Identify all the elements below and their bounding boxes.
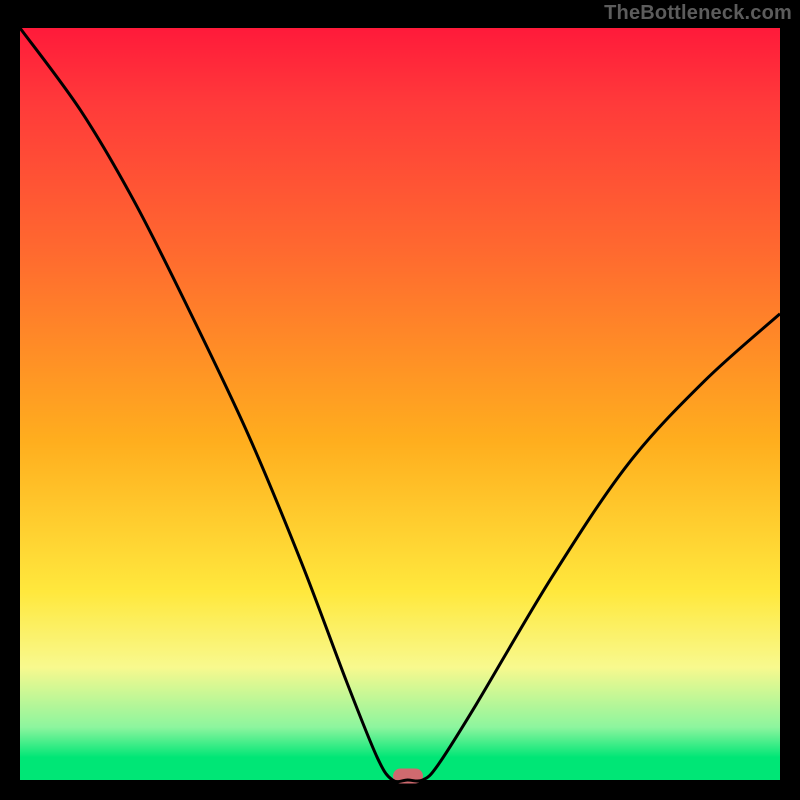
curve-path xyxy=(20,28,780,782)
chart-frame: TheBottleneck.com xyxy=(0,0,800,800)
attribution-text: TheBottleneck.com xyxy=(604,2,792,25)
bottleneck-curve xyxy=(20,28,780,780)
plot-area xyxy=(20,28,780,780)
